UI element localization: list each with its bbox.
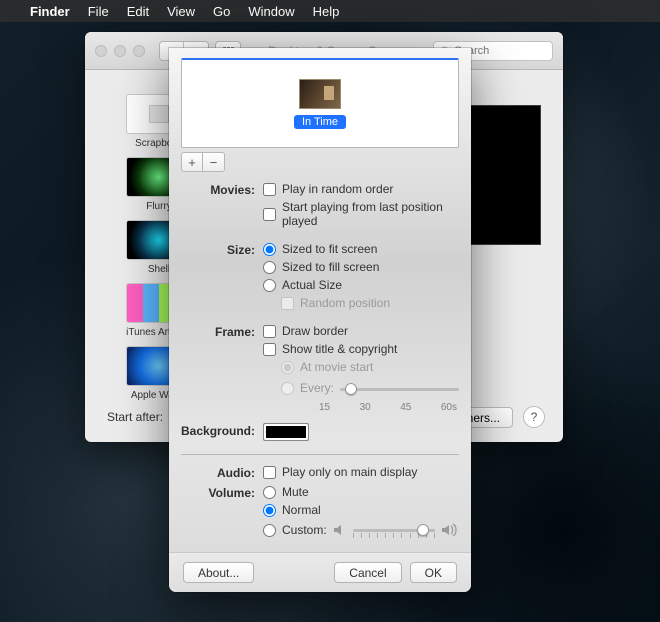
size-actual-radio[interactable]: Actual Size: [263, 278, 459, 292]
volume-slider[interactable]: [353, 521, 435, 539]
screensaver-options-sheet: In Time + − Movies: Play in random order…: [169, 48, 471, 592]
saver-label: Flurry: [146, 201, 172, 212]
menu-finder[interactable]: Finder: [30, 4, 70, 19]
movie-thumbnail[interactable]: [299, 79, 341, 109]
audio-main-only-checkbox[interactable]: Play only on main display: [263, 465, 459, 479]
size-fill-label: Sized to fill screen: [282, 260, 379, 274]
frame-label: Frame:: [181, 324, 263, 413]
size-actual-label: Actual Size: [282, 278, 342, 292]
menu-go[interactable]: Go: [213, 4, 230, 19]
menu-view[interactable]: View: [167, 4, 195, 19]
zoom-button[interactable]: [133, 45, 145, 57]
tick-60: 60s: [441, 402, 457, 413]
show-title-checkbox[interactable]: Show title & copyright: [263, 342, 459, 356]
volume-normal-radio[interactable]: Normal: [263, 503, 459, 517]
menu-edit[interactable]: Edit: [127, 4, 149, 19]
normal-label: Normal: [282, 503, 321, 517]
show-title-label: Show title & copyright: [282, 342, 397, 356]
custom-label: Custom:: [282, 523, 327, 537]
divider: [181, 454, 459, 455]
size-fit-label: Sized to fit screen: [282, 242, 377, 256]
volume-mute-radio[interactable]: Mute: [263, 485, 459, 499]
menu-window[interactable]: Window: [248, 4, 294, 19]
minimize-button[interactable]: [114, 45, 126, 57]
cancel-button[interactable]: Cancel: [334, 562, 401, 583]
tick-15: 15: [319, 402, 330, 413]
about-button[interactable]: About...: [183, 562, 254, 583]
menu-file[interactable]: File: [88, 4, 109, 19]
audio-label: Audio:: [181, 465, 263, 483]
saver-label: Shell: [148, 264, 170, 275]
remove-movie-button[interactable]: −: [203, 152, 225, 172]
movies-label: Movies:: [181, 182, 263, 232]
volume-custom-row[interactable]: Custom:: [263, 521, 459, 539]
random-position-checkbox: Random position: [263, 296, 459, 310]
tick-30: 30: [360, 402, 371, 413]
draw-border-label: Draw border: [282, 324, 348, 338]
every-radio-row: Every:: [263, 378, 459, 398]
size-label: Size:: [181, 242, 263, 314]
every-label: Every:: [300, 381, 334, 395]
close-button[interactable]: [95, 45, 107, 57]
movie-selected-label[interactable]: In Time: [294, 115, 346, 129]
last-position-checkbox[interactable]: Start playing from last position played: [263, 200, 459, 228]
mute-label: Mute: [282, 485, 309, 499]
at-movie-start-radio: At movie start: [263, 360, 459, 374]
random-position-label: Random position: [300, 296, 390, 310]
last-position-label: Start playing from last position played: [282, 200, 459, 228]
tick-45: 45: [400, 402, 411, 413]
help-button[interactable]: ?: [523, 406, 545, 428]
background-label: Background:: [181, 423, 263, 444]
draw-border-checkbox[interactable]: Draw border: [263, 324, 459, 338]
menu-help[interactable]: Help: [313, 4, 340, 19]
background-color-swatch[interactable]: [263, 423, 309, 441]
volume-low-icon: [333, 524, 347, 536]
traffic-lights: [95, 45, 145, 57]
at-start-label: At movie start: [300, 360, 373, 374]
size-fit-radio[interactable]: Sized to fit screen: [263, 242, 459, 256]
interval-slider: [340, 380, 459, 398]
add-movie-button[interactable]: +: [181, 152, 203, 172]
movie-list[interactable]: In Time: [181, 58, 459, 148]
menu-bar: Finder File Edit View Go Window Help: [0, 0, 660, 22]
random-order-checkbox[interactable]: Play in random order: [263, 182, 459, 196]
audio-main-only-label: Play only on main display: [282, 465, 417, 479]
size-fill-radio[interactable]: Sized to fill screen: [263, 260, 459, 274]
start-after-label: Start after:: [107, 410, 163, 424]
add-remove-buttons: + −: [181, 152, 459, 172]
random-order-label: Play in random order: [282, 182, 393, 196]
ok-button[interactable]: OK: [410, 562, 457, 583]
sheet-footer: About... Cancel OK: [169, 552, 471, 592]
volume-high-icon: [441, 523, 459, 537]
volume-label: Volume:: [181, 485, 263, 543]
